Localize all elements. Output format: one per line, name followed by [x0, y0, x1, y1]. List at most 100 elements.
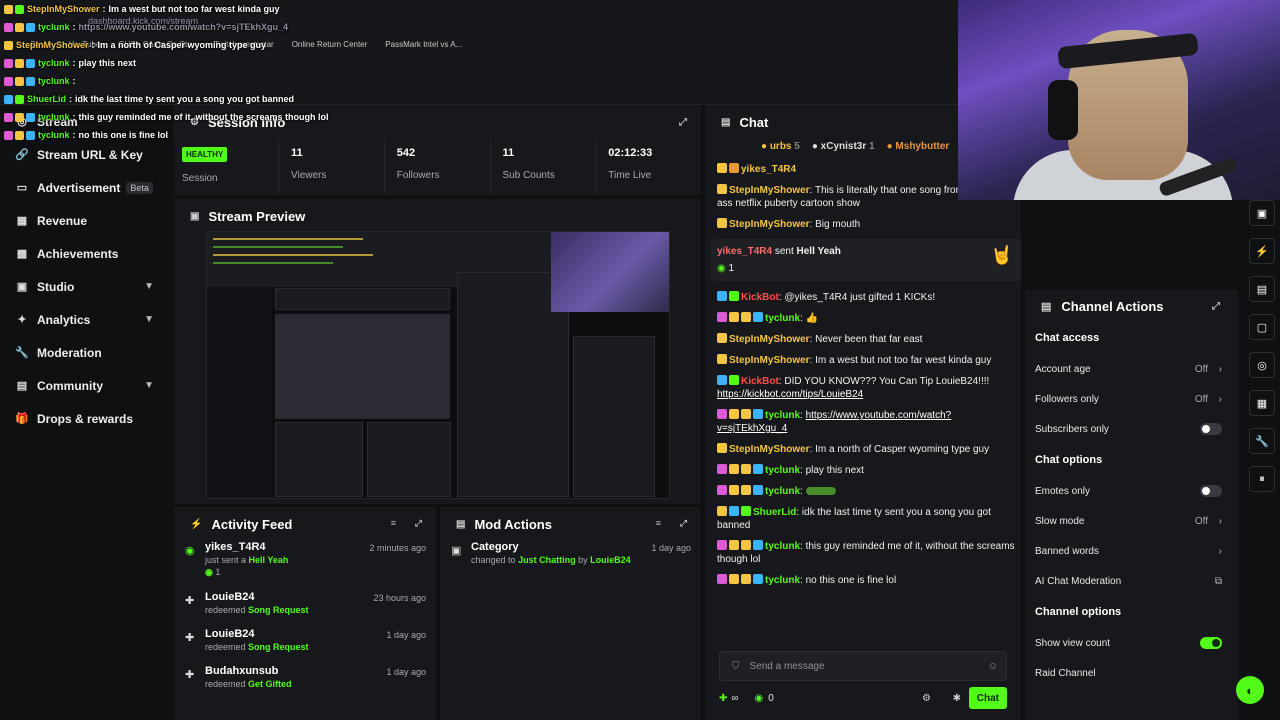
wrench-icon: 🔧	[15, 347, 29, 359]
expand-icon[interactable]: ⤢	[1212, 301, 1220, 312]
overlay-chat-line: tyclunk: this guy reminded me of it, with…	[4, 108, 424, 126]
panel-header: ▤ Mod Actions ≡ ⤢	[440, 507, 701, 541]
raid-channel-row[interactable]: Raid Channel	[1025, 658, 1238, 688]
panel-title: Channel Actions	[1061, 298, 1164, 314]
chat-username[interactable]: yikes_T4R4	[741, 164, 796, 175]
chat-icon[interactable]: ▢	[1249, 314, 1275, 340]
chat-message: StepInMyShower: Im a west but not too fa…	[717, 354, 1017, 367]
subscribers-only-toggle[interactable]	[1200, 423, 1222, 435]
chat-username: tyclunk	[38, 130, 70, 140]
slow-mode-row[interactable]: Slow mode Off ›	[1025, 506, 1238, 536]
chat-message: tyclunk: no this one is fine lol	[717, 574, 1017, 587]
panel-header: ▣ Stream Preview	[174, 199, 701, 233]
overlay-chat-line: tyclunk: https://www.youtube.com/watch?v=…	[4, 18, 424, 36]
sidebar-item-drops[interactable]: 🎁 Drops & rewards	[0, 402, 172, 435]
top-gifter-count: 5	[794, 141, 800, 152]
chat-username[interactable]: tyclunk	[765, 313, 800, 324]
preview-line	[213, 246, 343, 248]
filter-icon[interactable]: ≡	[391, 518, 396, 528]
followers-only-row[interactable]: Followers only Off ›	[1025, 384, 1238, 414]
chat-link[interactable]: https://kickbot.com/tips/LouieB24	[717, 389, 863, 400]
row-label: Account age	[1035, 363, 1091, 375]
external-link-icon: ⧉	[1214, 575, 1222, 587]
chat-username[interactable]: KickBot	[741, 376, 779, 387]
chat-username[interactable]: tyclunk	[765, 486, 800, 497]
chevron-down-icon: ▼	[144, 314, 154, 325]
stat-subs: 11 Sub Counts	[489, 139, 596, 195]
preview-icon: ▣	[190, 210, 200, 222]
help-button[interactable]: ◐	[1236, 676, 1264, 704]
chat-username[interactable]: tyclunk	[765, 575, 800, 586]
chat-username[interactable]: StepInMyShower	[729, 334, 810, 345]
chat-username[interactable]: StepInMyShower	[729, 355, 810, 366]
preview-video[interactable]	[206, 231, 670, 499]
wrench-icon[interactable]: 🔧	[1249, 428, 1275, 454]
emote-picker-icon[interactable]: ✱	[953, 693, 961, 704]
emoji-icon[interactable]: ☺	[988, 661, 998, 672]
analytics-icon: ✦	[17, 314, 27, 326]
sidebar-item-advertisement[interactable]: ▭ Advertisement Beta	[0, 171, 172, 204]
chat-message: StepInMyShower: Im a north of Casper wyo…	[717, 443, 1017, 456]
expand-icon[interactable]: ⤢	[679, 117, 687, 128]
sidebar-item-studio[interactable]: ▣ Studio ▼	[0, 270, 172, 303]
sidebar-item-achievements[interactable]: ▩ Achievements	[0, 237, 172, 270]
chat-message: StepInMyShower: Never been that far east	[717, 333, 1017, 346]
chat-message: idk the last time ty sent you a song you…	[75, 94, 295, 104]
sidebar-item-community[interactable]: ▤ Community ▼	[0, 369, 172, 402]
chat-bubble-icon: ◐	[1246, 682, 1254, 698]
send-chat-button[interactable]: Chat	[968, 687, 1007, 709]
sidebar-item-moderation[interactable]: 🔧 Moderation	[0, 336, 172, 369]
infinity-value: ∞	[731, 692, 739, 704]
sidebar: ◎ Stream 🔗 Stream URL & Key ▭ Advertisement…	[0, 105, 172, 720]
revenue-icon: ▦	[16, 215, 28, 227]
feed-desc: redeemed Song Request	[205, 605, 436, 615]
gear-icon[interactable]: ⚙	[922, 693, 931, 704]
gift-username[interactable]: yikes_T4R4	[717, 246, 772, 257]
chat-username[interactable]: tyclunk	[765, 541, 800, 552]
stat-viewers: 11 Viewers	[278, 139, 384, 195]
sidebar-item-analytics[interactable]: ✦ Analytics ▼	[0, 303, 172, 336]
sidebar-item-revenue[interactable]: ▦ Revenue	[0, 204, 172, 237]
mod-action-prefix: changed to	[471, 555, 516, 565]
feed-desc: just sent a Hell Yeah	[205, 555, 436, 565]
stat-value: 02:12:33	[608, 147, 653, 159]
expand-icon[interactable]: ⤢	[680, 518, 687, 529]
show-view-count-toggle[interactable]	[1200, 637, 1222, 649]
chat-input[interactable]: ⛉ Send a message ☺	[719, 651, 1007, 681]
chat-username[interactable]: StepInMyShower	[729, 219, 810, 230]
gift-count: ◉ 1	[717, 263, 735, 274]
feed-action: Hell Yeah	[248, 555, 289, 565]
row-value: Off	[1194, 515, 1208, 527]
layout-icon[interactable]: ▣	[1249, 200, 1275, 226]
feed-time: 1 day ago	[386, 667, 426, 677]
chat-username[interactable]: tyclunk	[765, 410, 800, 421]
overlay-chat-line: StepInMyShower: Im a west but not too far…	[4, 0, 424, 18]
panel-title: Activity Feed	[211, 516, 293, 532]
chat-username[interactable]: tyclunk	[765, 465, 800, 476]
filter-icon[interactable]: ≡	[656, 518, 661, 528]
community-icon: ▤	[16, 380, 28, 392]
banned-words-row[interactable]: Banned words ›	[1025, 536, 1238, 566]
calendar-icon[interactable]: ▦	[1249, 390, 1275, 416]
emotes-only-row: Emotes only	[1025, 476, 1238, 506]
document-icon[interactable]: ▤	[1249, 276, 1275, 302]
chat-message: tyclunk: https://www.youtube.com/watch?v…	[717, 409, 952, 434]
preview-line	[213, 254, 373, 256]
chat-username[interactable]: ShuerLid	[753, 507, 796, 518]
pause-icon[interactable]: ⏸	[1249, 466, 1275, 492]
stat-label: Session	[182, 173, 218, 184]
mod-action-time: 1 day ago	[651, 543, 691, 553]
expand-icon[interactable]: ⤢	[415, 518, 422, 529]
chat-username[interactable]: KickBot	[741, 292, 779, 303]
bolt-icon[interactable]: ⚡	[1249, 238, 1275, 264]
account-age-row[interactable]: Account age Off ›	[1025, 354, 1238, 384]
chat-username[interactable]: StepInMyShower	[729, 185, 810, 196]
category-icon: ▣	[451, 545, 462, 557]
chat-username[interactable]: StepInMyShower	[729, 444, 810, 455]
bolt-icon: ⚡	[190, 518, 203, 530]
ai-moderation-row[interactable]: AI Chat Moderation ⧉	[1025, 566, 1238, 596]
preview-stream	[275, 314, 450, 419]
stat-value: 542	[396, 147, 416, 159]
emotes-only-toggle[interactable]	[1200, 485, 1222, 497]
target-icon[interactable]: ◎	[1249, 352, 1275, 378]
